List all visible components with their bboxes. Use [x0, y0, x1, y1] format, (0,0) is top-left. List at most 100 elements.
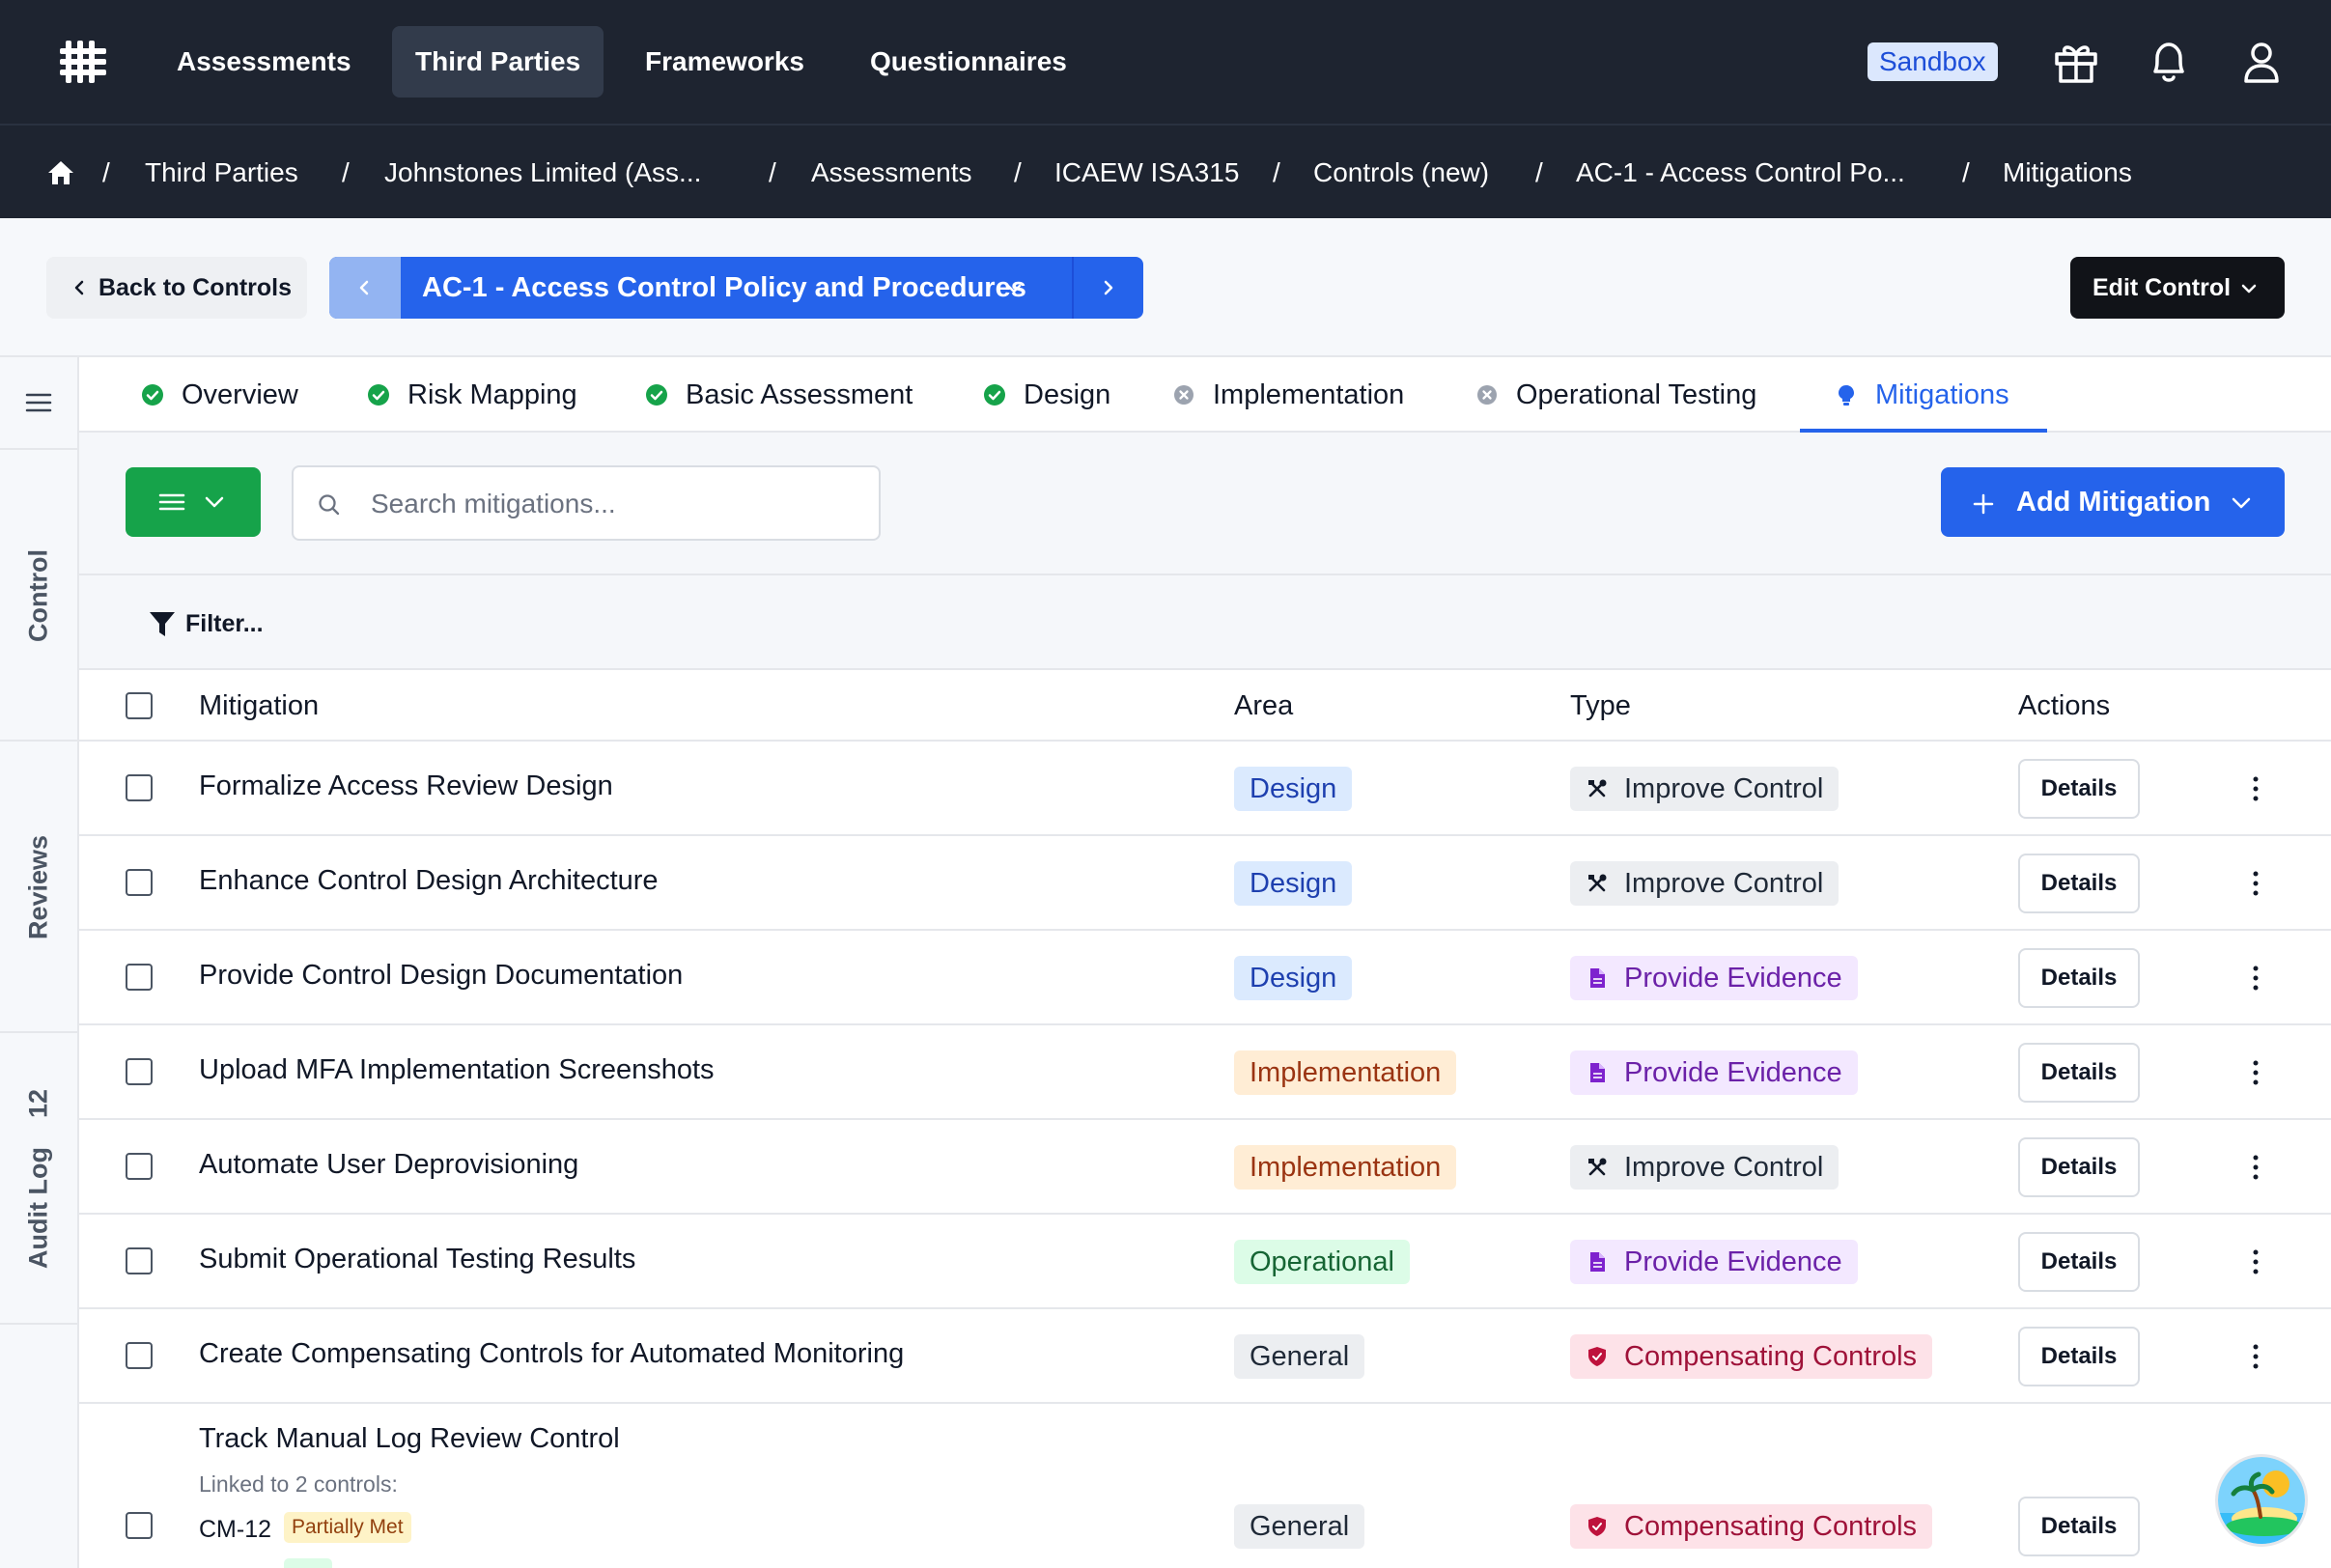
- search-icon: [319, 494, 340, 516]
- tab-risk-mapping[interactable]: Risk Mapping: [367, 357, 577, 433]
- mitigation-title[interactable]: Formalize Access Review Design: [199, 770, 613, 802]
- table-row[interactable]: Formalize Access Review Design Design Im…: [79, 742, 2331, 836]
- more-options-icon[interactable]: [2248, 1153, 2263, 1182]
- type-label: Improve Control: [1624, 773, 1824, 804]
- table-row[interactable]: Create Compensating Controls for Automat…: [79, 1309, 2331, 1404]
- area-badge: General: [1234, 1504, 1365, 1549]
- add-mitigation-button[interactable]: Add Mitigation: [1941, 467, 2285, 537]
- breadcrumb-separator: /: [1962, 157, 1970, 187]
- tab-basic-assessment[interactable]: Basic Assessment: [645, 357, 913, 433]
- table-row[interactable]: Submit Operational Testing Results Opera…: [79, 1215, 2331, 1309]
- table-row[interactable]: Track Manual Log Review Control Linked t…: [79, 1404, 2331, 1568]
- mitigation-title[interactable]: Track Manual Log Review Control: [199, 1423, 620, 1455]
- rail-tab-control[interactable]: Control: [0, 452, 77, 742]
- rail-tab-reviews[interactable]: Reviews: [0, 743, 77, 1033]
- table-row[interactable]: Enhance Control Design Architecture Desi…: [79, 836, 2331, 931]
- more-options-icon[interactable]: [2248, 1342, 2263, 1371]
- nav-third-parties[interactable]: Third Parties: [392, 26, 604, 98]
- row-checkbox[interactable]: [126, 1153, 153, 1180]
- details-button[interactable]: Details: [2018, 1232, 2140, 1292]
- type-label: Compensating Controls: [1624, 1511, 1918, 1542]
- rail-tab-audit-log[interactable]: Audit Log 12: [0, 1035, 77, 1325]
- home-icon[interactable]: [46, 158, 75, 187]
- area-badge: Implementation: [1234, 1145, 1457, 1190]
- tab-basic-assessment-label: Basic Assessment: [686, 379, 913, 410]
- tab-implementation[interactable]: Implementation: [1172, 357, 1404, 433]
- tab-mitigations[interactable]: Mitigations: [1835, 357, 2009, 433]
- filter-label: Filter...: [185, 610, 264, 637]
- more-options-icon[interactable]: [2248, 1247, 2263, 1276]
- table-row[interactable]: Automate User Deprovisioning Implementat…: [79, 1120, 2331, 1215]
- back-to-controls-button[interactable]: Back to Controls: [46, 257, 307, 319]
- column-header-mitigation[interactable]: Mitigation: [199, 670, 319, 742]
- mitigation-title[interactable]: Upload MFA Implementation Screenshots: [199, 1054, 715, 1086]
- tab-operational-testing[interactable]: Operational Testing: [1475, 357, 1756, 433]
- table-row[interactable]: Upload MFA Implementation Screenshots Im…: [79, 1025, 2331, 1120]
- details-button[interactable]: Details: [2018, 1137, 2140, 1197]
- more-options-icon[interactable]: [2248, 1058, 2263, 1087]
- list-view-icon: [158, 493, 185, 511]
- row-checkbox[interactable]: [126, 869, 153, 896]
- mitigation-title[interactable]: Create Compensating Controls for Automat…: [199, 1338, 904, 1370]
- previous-control-button[interactable]: [329, 257, 401, 319]
- gift-icon[interactable]: [2051, 37, 2101, 87]
- app-logo-icon[interactable]: [60, 41, 106, 83]
- check-circle-icon: [142, 384, 163, 406]
- search-input[interactable]: [371, 483, 854, 525]
- menu-toggle-button[interactable]: [0, 357, 77, 450]
- tab-overview[interactable]: Overview: [141, 357, 298, 433]
- linked-control-id[interactable]: CM-12: [199, 1516, 271, 1544]
- area-badge: General: [1234, 1334, 1365, 1379]
- view-options-button[interactable]: [126, 467, 261, 537]
- column-header-area[interactable]: Area: [1234, 670, 1293, 742]
- breadcrumb-assessment[interactable]: ICAEW ISA315: [1054, 126, 1239, 220]
- audit-log-count: 12: [23, 1088, 53, 1119]
- type-badge: Provide Evidence: [1570, 1050, 1858, 1095]
- breadcrumb-controls[interactable]: Controls (new): [1313, 126, 1489, 220]
- details-button[interactable]: Details: [2018, 948, 2140, 1008]
- row-checkbox[interactable]: [126, 1512, 153, 1539]
- more-options-icon[interactable]: [2248, 964, 2263, 993]
- tab-risk-mapping-label: Risk Mapping: [407, 379, 577, 410]
- sandbox-badge[interactable]: Sandbox: [1868, 42, 1998, 81]
- column-header-type[interactable]: Type: [1570, 670, 1631, 742]
- select-all-checkbox[interactable]: [126, 692, 153, 719]
- chevron-right-icon: [1104, 280, 1113, 295]
- bell-icon[interactable]: [2144, 37, 2194, 87]
- nav-assessments[interactable]: Assessments: [154, 26, 375, 98]
- row-checkbox[interactable]: [126, 1342, 153, 1369]
- row-checkbox[interactable]: [126, 1247, 153, 1274]
- control-title-dropdown[interactable]: AC-1 - Access Control Policy and Procedu…: [422, 257, 1026, 319]
- nav-questionnaires[interactable]: Questionnaires: [847, 26, 1090, 98]
- details-button[interactable]: Details: [2018, 854, 2140, 913]
- breadcrumb-assessments[interactable]: Assessments: [811, 126, 972, 220]
- details-button[interactable]: Details: [2018, 1497, 2140, 1556]
- tab-implementation-label: Implementation: [1213, 379, 1405, 410]
- details-button[interactable]: Details: [2018, 759, 2140, 819]
- mitigation-title[interactable]: Automate User Deprovisioning: [199, 1149, 578, 1181]
- next-control-button[interactable]: [1072, 257, 1143, 319]
- more-options-icon[interactable]: [2248, 869, 2263, 898]
- filter-button[interactable]: Filter...: [149, 604, 264, 643]
- chevron-down-icon[interactable]: [1005, 282, 1023, 295]
- edit-control-button[interactable]: Edit Control: [2070, 257, 2285, 319]
- tab-design[interactable]: Design: [983, 357, 1110, 433]
- row-checkbox[interactable]: [126, 774, 153, 801]
- breadcrumb-third-parties[interactable]: Third Parties: [145, 126, 298, 220]
- user-profile-icon[interactable]: [2236, 37, 2287, 87]
- details-button[interactable]: Details: [2018, 1043, 2140, 1103]
- details-button[interactable]: Details: [2018, 1327, 2140, 1386]
- more-options-icon[interactable]: [2248, 774, 2263, 803]
- chevron-down-icon: [205, 496, 224, 508]
- table-row[interactable]: Provide Control Design Documentation Des…: [79, 931, 2331, 1025]
- row-checkbox[interactable]: [126, 964, 153, 991]
- breadcrumb-vendor[interactable]: Johnstones Limited (Ass...: [384, 126, 701, 220]
- assistant-avatar[interactable]: [2215, 1454, 2308, 1547]
- breadcrumb-control[interactable]: AC-1 - Access Control Po...: [1576, 126, 1905, 220]
- tab-overview-label: Overview: [182, 379, 298, 410]
- row-checkbox[interactable]: [126, 1058, 153, 1085]
- nav-frameworks[interactable]: Frameworks: [622, 26, 828, 98]
- mitigation-title[interactable]: Enhance Control Design Architecture: [199, 865, 659, 897]
- mitigation-title[interactable]: Provide Control Design Documentation: [199, 960, 683, 992]
- mitigation-title[interactable]: Submit Operational Testing Results: [199, 1244, 635, 1275]
